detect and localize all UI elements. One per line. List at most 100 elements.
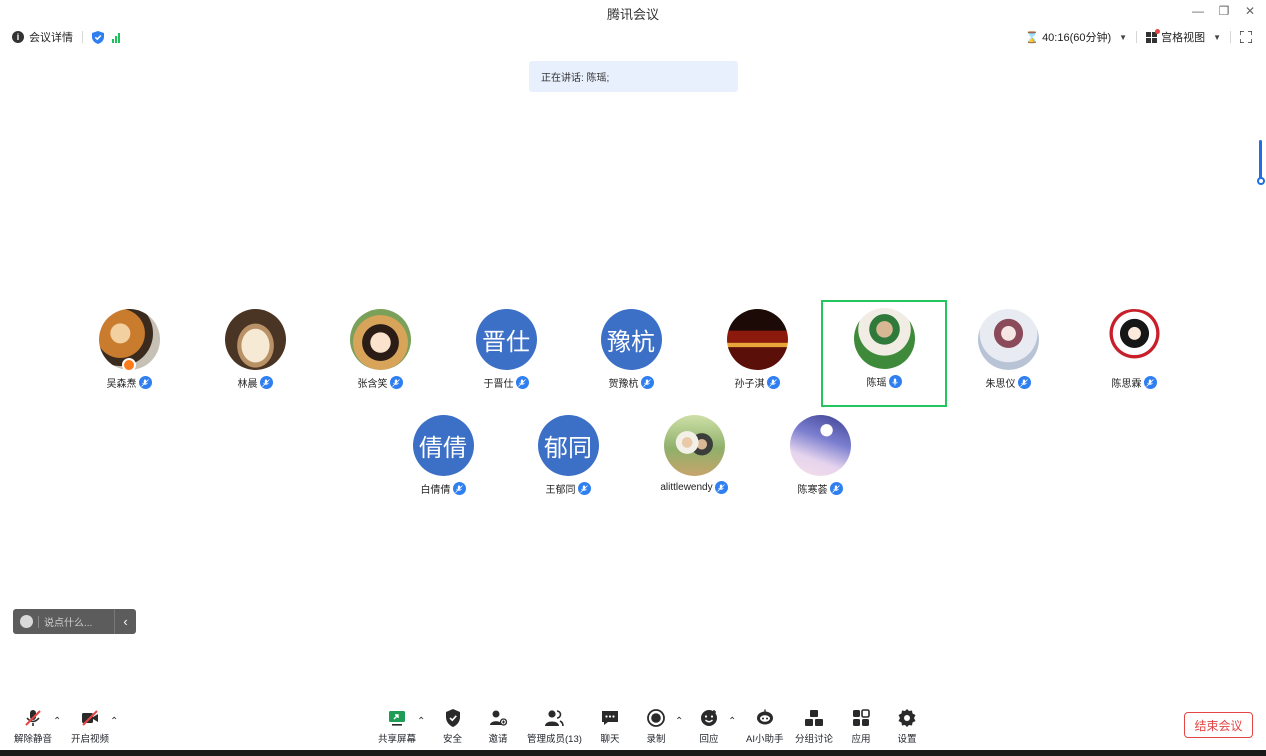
collapse-chevron-icon[interactable]: ‹ (114, 609, 136, 634)
participant-tile[interactable]: 郁同 王郁同 (506, 407, 630, 511)
divider (82, 31, 83, 43)
quick-chat-box[interactable]: 说点什么... ‹ (13, 609, 136, 634)
participant-name: 林晨 (237, 379, 258, 390)
participant-name-row: 朱思仪 (986, 375, 1031, 390)
participant-name-row: alittlewendy (660, 481, 728, 494)
mic-muted-icon (23, 707, 43, 729)
manage-members-label: 管理成员(13) (527, 734, 582, 745)
participant-name-row: 张含笑 (358, 375, 403, 390)
network-signal-icon[interactable] (112, 32, 120, 43)
participant-tile[interactable]: 张含笑 (318, 301, 442, 405)
gear-icon (897, 707, 917, 729)
hourglass-icon: ⌛ (1025, 31, 1040, 44)
participant-tile[interactable]: 吴森焘 (67, 301, 191, 405)
fullscreen-icon[interactable] (1240, 31, 1252, 43)
avatar-initials: 郁同 (537, 415, 599, 476)
info-bar-right: ⌛ 40:16(60分钟) ▼ 宫格视图 ▼ (1025, 26, 1252, 48)
chat-label: 聊天 (600, 734, 620, 745)
participant-name-row: 陈瑶 (867, 374, 902, 389)
participant-name-row: 陈思霖 (1112, 375, 1157, 390)
invite-label: 邀请 (488, 734, 508, 745)
minimize-icon[interactable]: — (1190, 3, 1206, 19)
mic-icon (766, 376, 780, 389)
meeting-details-button[interactable]: i 会议详情 (12, 29, 73, 45)
participant-tile-speaking[interactable]: 陈瑶 (821, 300, 947, 407)
chevron-down-icon: ▼ (1119, 32, 1128, 42)
manage-members-button[interactable]: 管理成员(13) (527, 707, 582, 745)
security-button[interactable]: 安全 (443, 707, 462, 745)
participant-name-row: 白倩倩 (421, 481, 466, 496)
invite-button[interactable]: 邀请 (488, 707, 508, 745)
chevron-up-icon[interactable]: ⌃ (53, 716, 61, 727)
window-title: 腾讯会议 (606, 6, 659, 22)
view-mode-selector[interactable]: 宫格视图 ▼ (1146, 28, 1221, 45)
share-screen-label: 共享屏幕 (378, 734, 417, 745)
reactions-button[interactable]: 回应 (699, 707, 719, 745)
members-icon (543, 707, 565, 729)
record-button[interactable]: 录制 (646, 707, 666, 745)
scroll-handle[interactable] (1257, 140, 1265, 186)
ai-assistant-label: AI小助手 (746, 734, 784, 745)
chat-bubble-icon (600, 707, 620, 729)
participant-name: alittlewendy (660, 482, 713, 493)
divider (1230, 31, 1231, 43)
mic-icon (1143, 376, 1157, 389)
chevron-down-icon: ▼ (1213, 32, 1221, 42)
reactions-label: 回应 (699, 734, 719, 745)
start-video-button[interactable]: 开启视频 (71, 707, 109, 745)
breakout-rooms-button[interactable]: 分组讨论 (795, 707, 833, 745)
robot-icon (754, 707, 776, 729)
participant-name: 陈瑶 (866, 378, 887, 389)
chat-button[interactable]: 聊天 (600, 707, 620, 745)
chevron-up-icon[interactable]: ⌃ (110, 716, 118, 727)
participant-tile[interactable]: 豫杭 贺豫杭 (569, 301, 693, 405)
emoji-icon[interactable] (20, 615, 33, 628)
divider (1136, 31, 1138, 43)
close-icon[interactable]: ✕ (1242, 3, 1258, 19)
grid-view-icon (1146, 28, 1161, 43)
participant-name-row: 王郁同 (546, 481, 591, 496)
reaction-emoji-icon (699, 707, 719, 729)
camera-off-icon (80, 707, 100, 729)
mic-icon (389, 376, 403, 389)
participant-name: 白倩倩 (420, 485, 451, 496)
security-shield-icon[interactable] (92, 30, 104, 44)
host-badge-icon (122, 358, 136, 370)
mic-icon (714, 481, 728, 494)
mic-icon (829, 482, 843, 495)
participant-name: 于晋仕 (483, 379, 514, 390)
chat-input-placeholder[interactable]: 说点什么... (44, 614, 114, 629)
avatar-initials: 豫杭 (600, 309, 662, 370)
mic-icon (1017, 376, 1031, 389)
chevron-up-icon[interactable]: ⌃ (728, 716, 736, 727)
chevron-up-icon[interactable]: ⌃ (417, 716, 425, 727)
meeting-timer[interactable]: ⌛ 40:16(60分钟) ▼ (1025, 29, 1127, 45)
mic-active-icon (888, 375, 902, 388)
participant-tile[interactable]: 孙子淇 (695, 301, 819, 405)
record-label: 录制 (646, 734, 666, 745)
participant-tile[interactable]: 陈寒荟 (758, 407, 882, 511)
participant-tile[interactable]: alittlewendy (632, 407, 756, 511)
restore-icon[interactable]: ❐ (1216, 3, 1232, 19)
participant-name: 王郁同 (545, 485, 576, 496)
participant-tile[interactable]: 晋仕 于晋仕 (444, 301, 568, 405)
add-person-icon (488, 707, 508, 729)
breakout-icon (804, 707, 824, 729)
participant-name-row: 贺豫杭 (609, 375, 654, 390)
apps-button[interactable]: 应用 (851, 707, 871, 745)
ai-assistant-button[interactable]: AI小助手 (746, 707, 783, 745)
participant-name-row: 林晨 (238, 375, 273, 390)
settings-button[interactable]: 设置 (897, 707, 917, 745)
participant-tile[interactable]: 朱思仪 (946, 301, 1070, 405)
share-screen-button[interactable]: 共享屏幕 (378, 707, 416, 745)
title-bar: 腾讯会议 — ❐ ✕ (0, 0, 1266, 26)
unmute-button[interactable]: 解除静音 (14, 707, 52, 745)
window-controls: — ❐ ✕ (1190, 3, 1258, 19)
apps-grid-icon (851, 707, 871, 729)
chevron-up-icon[interactable]: ⌃ (675, 716, 683, 727)
participant-tile[interactable]: 林晨 (193, 301, 317, 405)
participant-name: 贺豫杭 (608, 379, 639, 390)
participant-tile[interactable]: 倩倩 白倩倩 (381, 407, 505, 511)
participant-tile[interactable]: 陈思霖 (1072, 301, 1196, 405)
end-meeting-button[interactable]: 结束会议 (1184, 712, 1253, 738)
